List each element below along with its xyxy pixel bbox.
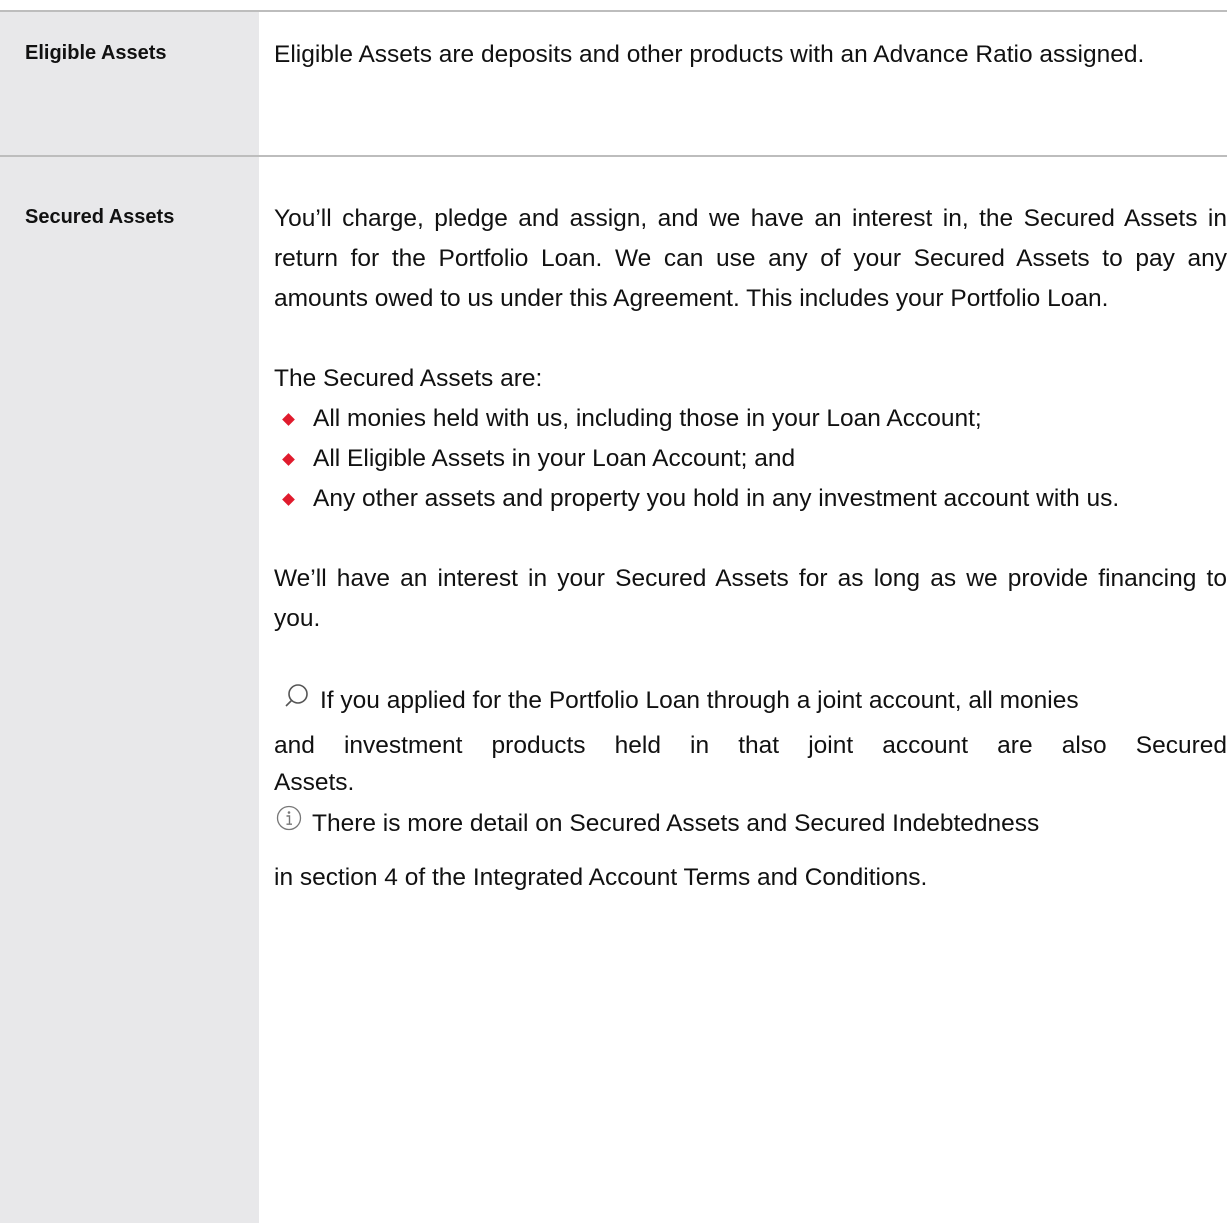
definition-row-eligible-assets: Eligible Assets Eligible Assets are depo… bbox=[0, 12, 1227, 157]
secured-assets-list: All monies held with us, including those… bbox=[274, 399, 1227, 519]
search-note-line-1: If you applied for the Portfolio Loan th… bbox=[274, 679, 1227, 724]
list-item-text: All monies held with us, including those… bbox=[313, 405, 982, 432]
definition-cell: Eligible Assets are deposits and other p… bbox=[259, 12, 1227, 155]
diamond-bullet-icon bbox=[282, 413, 295, 426]
info-note-text-1: There is more detail on Secured Assets a… bbox=[312, 809, 1040, 837]
term-label: Secured Assets bbox=[25, 206, 175, 228]
search-icon bbox=[284, 680, 310, 724]
search-note-text-1: If you applied for the Portfolio Loan th… bbox=[320, 687, 1079, 714]
info-icon bbox=[276, 804, 302, 844]
info-note-line-1: There is more detail on Secured Assets a… bbox=[274, 804, 1227, 845]
info-note-text-2: in section 4 of the Integrated Account T… bbox=[274, 864, 928, 892]
list-heading: The Secured Assets are: bbox=[274, 365, 543, 392]
diamond-bullet-icon bbox=[282, 493, 295, 506]
list-item: All Eligible Assets in your Loan Account… bbox=[274, 439, 1227, 479]
search-note: If you applied for the Portfolio Loan th… bbox=[274, 679, 1227, 798]
definition-intro: You’ll charge, pledge and assign, and we… bbox=[274, 205, 1227, 312]
list-item-text: Any other assets and property you hold i… bbox=[313, 485, 1120, 512]
definition-text: Eligible Assets are deposits and other p… bbox=[274, 41, 1145, 68]
term-label: Eligible Assets bbox=[25, 42, 167, 64]
term-cell: Eligible Assets bbox=[0, 12, 259, 155]
definition-row-secured-assets: Secured Assets You’ll charge, pledge and… bbox=[0, 157, 1227, 1223]
term-cell: Secured Assets bbox=[0, 157, 259, 1223]
diamond-bullet-icon bbox=[282, 453, 295, 466]
list-item: All monies held with us, including those… bbox=[274, 399, 1227, 439]
list-item-text: All Eligible Assets in your Loan Account… bbox=[313, 445, 796, 472]
definition-cell: You’ll charge, pledge and assign, and we… bbox=[259, 157, 1227, 1223]
duration-text: We’ll have an interest in your Secured A… bbox=[274, 565, 1227, 632]
info-note: There is more detail on Secured Assets a… bbox=[274, 804, 1227, 899]
search-note-text-3: Assets. bbox=[274, 768, 355, 796]
list-item: Any other assets and property you hold i… bbox=[274, 479, 1227, 519]
definitions-table: Eligible Assets Eligible Assets are depo… bbox=[0, 10, 1227, 1223]
search-note-text-2: and investment products held in that joi… bbox=[274, 731, 1227, 759]
